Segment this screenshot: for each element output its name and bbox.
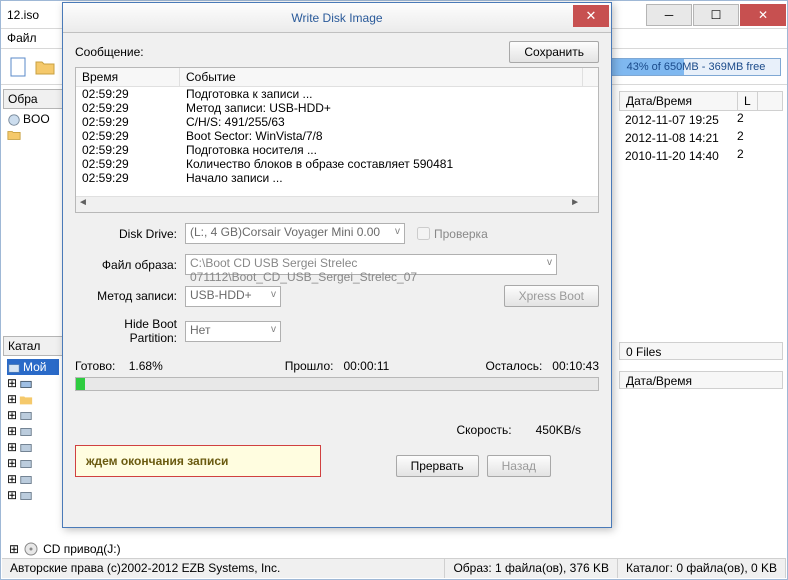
status-image: Образ: 1 файла(ов), 376 KB — [445, 559, 618, 578]
minimize-button[interactable]: ─ — [646, 4, 692, 26]
tab-image[interactable]: Обра — [3, 89, 63, 109]
write-disk-dialog: Write Disk Image ✕ Сообщение: Сохранить … — [62, 2, 612, 528]
table-row[interactable]: 2012-11-07 19:252 — [619, 111, 783, 129]
image-tree: BOO — [7, 111, 59, 141]
tab-catalog[interactable]: Катал — [3, 336, 63, 356]
method-select[interactable]: USB-HDD+ — [185, 286, 281, 307]
tree-item-folder[interactable] — [7, 127, 59, 141]
done-value: 1.68% — [129, 359, 163, 373]
file-field: C:\Boot CD USB Sergei Strelec 071112\Boo… — [185, 254, 557, 275]
log-row[interactable]: 02:59:29Количество блоков в образе соста… — [76, 157, 598, 171]
tree-item[interactable]: ⊞ — [7, 375, 59, 391]
disk-usage-bar: 43% of 650MB - 369MB free — [611, 58, 781, 76]
speed-row: Скорость: 450KB/s — [456, 423, 581, 437]
tree-item-boot[interactable]: BOO — [7, 111, 59, 127]
close-button[interactable]: ✕ — [740, 4, 786, 26]
dialog-title: Write Disk Image ✕ — [63, 3, 611, 33]
scrollbar[interactable] — [582, 68, 598, 86]
log-row[interactable]: 02:59:29C/H/S: 491/255/63 — [76, 115, 598, 129]
cd-drive-row[interactable]: ⊞ CD привод(J:) — [9, 541, 779, 557]
log-col-event[interactable]: Событие — [180, 68, 582, 86]
col-date[interactable]: Дата/Время — [620, 92, 738, 110]
file-list: 2012-11-07 19:252 2012-11-08 14:212 2010… — [619, 111, 783, 165]
tree-item[interactable]: ⊞ — [7, 391, 59, 407]
tree-item[interactable]: ⊞ — [7, 471, 59, 487]
annotation-note: ждем окончания записи — [75, 445, 321, 477]
tree-item[interactable]: ⊞ — [7, 407, 59, 423]
tree-my[interactable]: Мой — [7, 359, 59, 375]
log-row[interactable]: 02:59:29Boot Sector: WinVista/7/8 — [76, 129, 598, 143]
file-label: Файл образа: — [75, 258, 185, 272]
col-date2[interactable]: Дата/Время — [619, 371, 783, 389]
status-copyright: Авторские права (c)2002-2012 EZB Systems… — [2, 559, 445, 578]
hide-select[interactable]: Нет — [185, 321, 281, 342]
cd-icon — [23, 541, 39, 557]
log-row[interactable]: 02:59:29Метод записи: USB-HDD+ — [76, 101, 598, 115]
done-label: Готово: — [75, 359, 115, 373]
menu-file[interactable]: Файл — [7, 31, 37, 46]
table-row[interactable]: 2010-11-20 14:402 — [619, 147, 783, 165]
disk-drive-select[interactable]: (L:, 4 GB)Corsair Voyager Mini 0.00 — [185, 223, 405, 244]
save-button[interactable]: Сохранить — [509, 41, 599, 63]
tree-item[interactable]: ⊞ — [7, 455, 59, 471]
message-label: Сообщение: — [75, 45, 144, 59]
side-tabs2: Катал — [3, 336, 63, 356]
statusbar: Авторские права (c)2002-2012 EZB Systems… — [2, 558, 786, 578]
local-tree: Мой ⊞ ⊞ ⊞ ⊞ ⊞ ⊞ ⊞ ⊞ — [7, 359, 59, 503]
files-count: 0 Files — [619, 342, 783, 360]
dialog-close-button[interactable]: ✕ — [573, 5, 609, 27]
log-row[interactable]: 02:59:29Подготовка к записи ... — [76, 87, 598, 101]
log-col-time[interactable]: Время — [76, 68, 180, 86]
progress-row: Готово: 1.68% Прошло: 00:00:11 Осталось:… — [75, 359, 599, 373]
col-t[interactable]: L — [738, 92, 758, 110]
new-icon[interactable] — [7, 55, 31, 79]
speed-value: 450KB/s — [536, 423, 581, 437]
speed-label: Скорость: — [456, 423, 511, 437]
open-icon[interactable] — [33, 55, 57, 79]
xpress-boot-button[interactable]: Xpress Boot — [504, 285, 599, 307]
maximize-button[interactable]: ☐ — [693, 4, 739, 26]
status-catalog: Каталог: 0 файла(ов), 0 KB — [618, 559, 786, 578]
tree-item[interactable]: ⊞ — [7, 439, 59, 455]
tree-item[interactable]: ⊞ — [7, 423, 59, 439]
method-label: Метод записи: — [75, 289, 185, 303]
abort-button[interactable]: Прервать — [396, 455, 479, 477]
right-panel: Дата/ВремяL 2012-11-07 19:252 2012-11-08… — [619, 91, 783, 165]
elapsed-value: 00:00:11 — [343, 359, 389, 373]
tree-item[interactable]: ⊞ — [7, 487, 59, 503]
h-scrollbar[interactable] — [76, 196, 598, 212]
remain-value: 00:10:43 — [552, 359, 599, 373]
progress-fill — [76, 378, 85, 390]
remain-label: Осталось: — [486, 359, 543, 373]
verify-checkbox[interactable]: Проверка — [417, 227, 488, 241]
side-tabs: Обра — [3, 89, 63, 109]
log-row[interactable]: 02:59:29Подготовка носителя ... — [76, 143, 598, 157]
elapsed-label: Прошло: — [285, 359, 334, 373]
progress-bar — [75, 377, 599, 391]
table-row[interactable]: 2012-11-08 14:212 — [619, 129, 783, 147]
log-area: Время Событие 02:59:29Подготовка к запис… — [75, 67, 599, 213]
disk-drive-label: Disk Drive: — [75, 227, 185, 241]
hide-label: Hide Boot Partition: — [75, 317, 185, 345]
log-row[interactable]: 02:59:29Начало записи ... — [76, 171, 598, 185]
back-button[interactable]: Назад — [487, 455, 551, 477]
